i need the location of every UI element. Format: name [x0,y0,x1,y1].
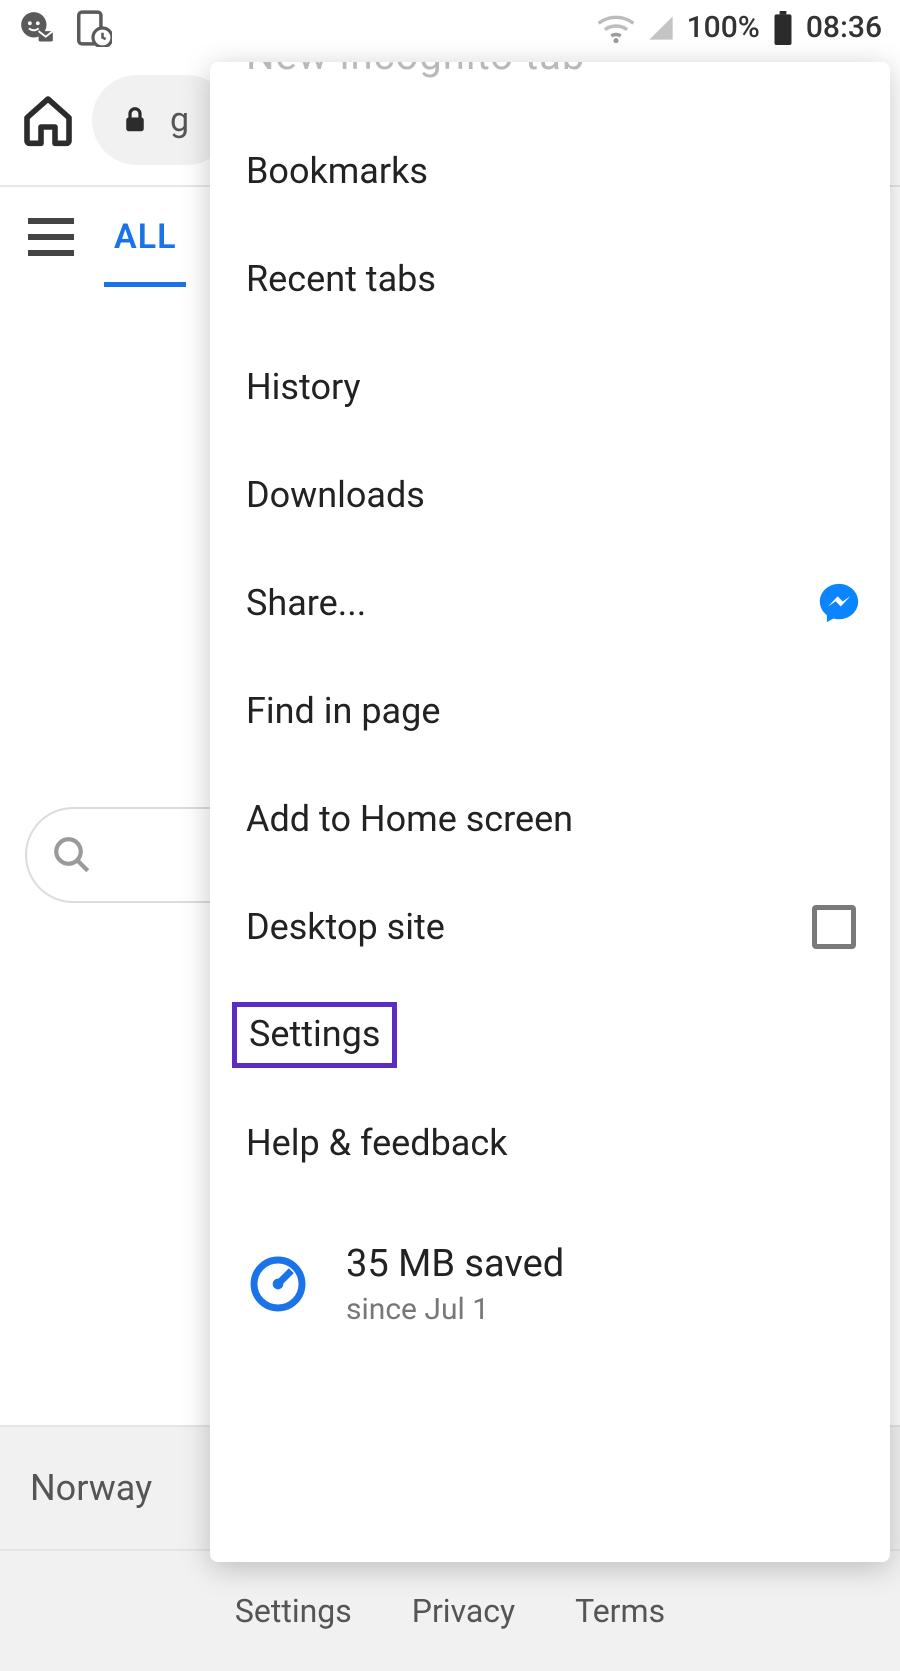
menu-item-recent-tabs[interactable]: Recent tabs [210,225,890,333]
battery-percent: 100% [687,10,760,45]
hamburger-icon[interactable] [28,218,74,256]
messenger-icon [816,580,862,626]
menu-item-desktop-site[interactable]: Desktop site [210,873,890,981]
notification-clock-icon [74,9,112,47]
menu-item-find-in-page[interactable]: Find in page [210,657,890,765]
battery-icon [772,11,794,45]
wifi-icon [597,13,635,43]
desktop-site-checkbox[interactable] [812,905,856,949]
status-left [18,9,112,47]
clock: 08:36 [806,10,882,45]
search-icon [51,834,93,876]
menu-item-data-saved[interactable]: 35 MB saved since Jul 1 [210,1197,890,1347]
menu-item-new-incognito-tab[interactable]: New incognito tab [210,62,890,117]
notification-chat-icon [18,9,56,47]
search-input[interactable] [25,807,225,903]
footer-links: Settings Privacy Terms [0,1551,900,1671]
tab-underline [104,282,186,287]
status-bar: 100% 08:36 [0,0,900,55]
footer-link-terms[interactable]: Terms [575,1592,665,1630]
menu-item-bookmarks[interactable]: Bookmarks [210,117,890,225]
menu-item-settings[interactable]: Settings [210,981,890,1089]
tab-all[interactable]: ALL [104,187,186,287]
menu-item-help-feedback[interactable]: Help & feedback [210,1089,890,1197]
lock-icon [120,103,150,137]
data-saved-since: since Jul 1 [346,1292,564,1327]
data-saver-icon [246,1252,310,1316]
menu-item-share[interactable]: Share... [210,549,890,657]
menu-item-history[interactable]: History [210,333,890,441]
footer-link-settings[interactable]: Settings [235,1592,352,1630]
status-right: 100% 08:36 [597,10,882,45]
signal-icon [647,14,675,42]
chrome-overflow-menu: New incognito tab Bookmarks Recent tabs … [210,62,890,1562]
url-fragment: g [170,100,189,140]
menu-item-downloads[interactable]: Downloads [210,441,890,549]
data-saved-amount: 35 MB saved [346,1242,564,1286]
menu-item-add-to-home[interactable]: Add to Home screen [210,765,890,873]
home-icon[interactable] [20,92,76,148]
footer-link-privacy[interactable]: Privacy [412,1592,515,1630]
